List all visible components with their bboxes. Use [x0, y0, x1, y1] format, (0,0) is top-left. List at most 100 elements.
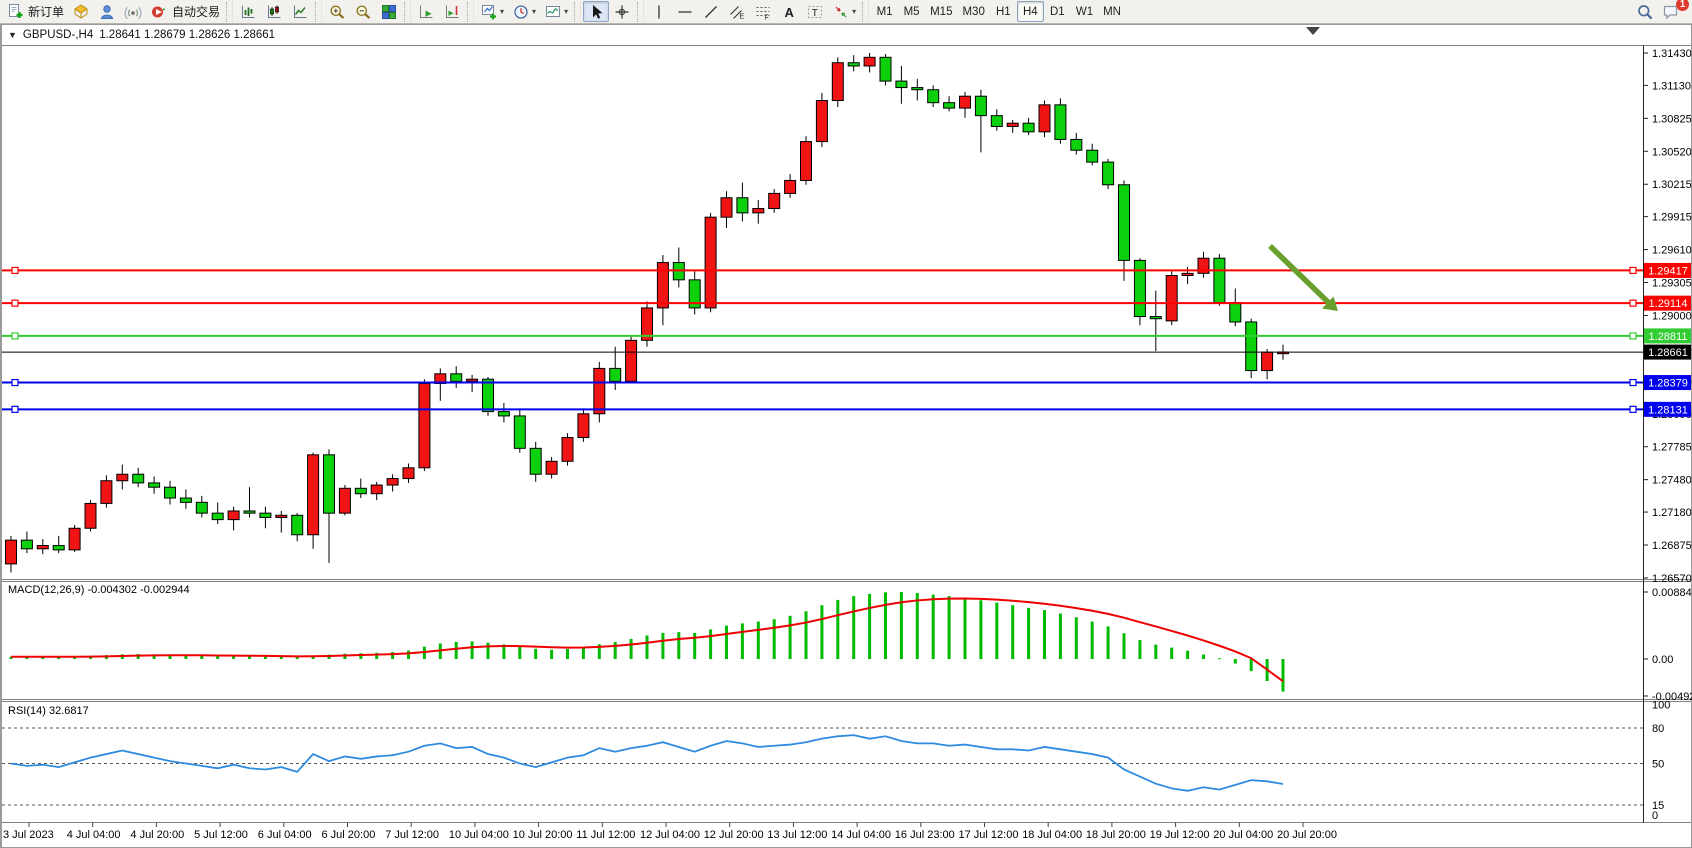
timeframe-button-h1[interactable]: H1 — [990, 1, 1017, 22]
vline-icon — [650, 3, 668, 21]
timeframe-button-m30[interactable]: M30 — [957, 1, 989, 22]
chart-shift-marker[interactable] — [1306, 27, 1320, 35]
line-handle[interactable] — [1630, 380, 1636, 386]
signals-button[interactable] — [120, 1, 146, 22]
chart-line-icon — [291, 3, 309, 21]
new-chart-button[interactable]: ▾ — [476, 1, 508, 22]
arrow-shaft[interactable] — [1270, 246, 1329, 303]
new-order-button[interactable]: 新订单 — [2, 1, 68, 22]
chart-ohlc-values: 1.28641 1.28679 1.28626 1.28661 — [99, 29, 275, 41]
dropdown-caret-icon[interactable]: ▾ — [564, 7, 568, 16]
macd-histogram-bar — [1282, 659, 1285, 692]
macd-histogram-bar — [964, 598, 967, 659]
chart-shift-button[interactable] — [439, 1, 465, 22]
timeframe-button-w1[interactable]: W1 — [1071, 1, 1098, 22]
svg-text:T: T — [812, 8, 818, 19]
chart-line-button[interactable] — [287, 1, 313, 22]
text-label-button[interactable]: T — [802, 1, 828, 22]
line-handle[interactable] — [12, 300, 18, 306]
timeframe-button-m5[interactable]: M5 — [898, 1, 925, 22]
indicators-button[interactable]: ▾ — [540, 1, 572, 22]
line-handle[interactable] — [1630, 333, 1636, 339]
bull-candle — [371, 485, 382, 494]
text-button[interactable]: A — [776, 1, 802, 22]
rsi-axis[interactable]: 1008050150 — [2, 699, 1670, 822]
bear-candle — [1230, 303, 1241, 322]
chart-canvas[interactable]: 1.314301.311301.308251.305201.302151.299… — [0, 0, 1692, 848]
arrows-button[interactable]: ▾ — [828, 1, 860, 22]
bull-candle — [594, 368, 605, 413]
price-tick-label: 1.27480 — [1652, 475, 1692, 487]
macd-axis[interactable]: 0.0088430.00-0.004928 — [1643, 587, 1692, 703]
bull-candle — [403, 468, 414, 479]
notifications-button[interactable]: 1 — [1658, 1, 1684, 22]
timeframe-button-h4[interactable]: H4 — [1017, 1, 1044, 22]
zoom-in-button[interactable] — [324, 1, 350, 22]
dropdown-caret-icon[interactable]: ▾ — [852, 7, 856, 16]
bear-candle — [530, 448, 541, 474]
line-handle[interactable] — [12, 406, 18, 412]
macd-histogram-bar — [1123, 633, 1126, 659]
chart-candles-button[interactable] — [261, 1, 287, 22]
tile-windows-button[interactable] — [376, 1, 402, 22]
bear-candle — [991, 116, 1002, 127]
chart-bars-button[interactable] — [235, 1, 261, 22]
dropdown-caret-icon[interactable]: ▾ — [532, 7, 536, 16]
zoom-out-button[interactable] — [350, 1, 376, 22]
search-button[interactable] — [1632, 1, 1658, 22]
vertical-line-button[interactable] — [646, 1, 672, 22]
macd-panel[interactable]: MACD(12,26,9) -0.004302 -0.002944 — [8, 584, 1285, 692]
bull-candle — [769, 193, 780, 208]
bull-candle — [101, 481, 112, 504]
macd-histogram-bar — [1138, 640, 1141, 659]
time-axis[interactable]: 3 Jul 20234 Jul 04:004 Jul 20:005 Jul 12… — [3, 823, 1337, 842]
chart-ohlc-header[interactable]: ▼ GBPUSD-,H4 1.28641 1.28679 1.28626 1.2… — [8, 29, 275, 41]
trendline-button[interactable] — [698, 1, 724, 22]
macd-tick-label: 0.00 — [1652, 654, 1673, 666]
line-handle[interactable] — [1630, 406, 1636, 412]
timeframe-button-mn[interactable]: MN — [1098, 1, 1126, 22]
timeframe-button-m15[interactable]: M15 — [925, 1, 957, 22]
macd-histogram-bar — [1091, 622, 1094, 660]
bull-candle — [1166, 276, 1177, 321]
zoom-in-icon — [328, 3, 346, 21]
channel-button[interactable]: E — [724, 1, 750, 22]
time-tick-label: 4 Jul 20:00 — [130, 829, 184, 841]
collapse-triangle-icon[interactable]: ▼ — [8, 30, 17, 40]
line-handle[interactable] — [1630, 267, 1636, 273]
trend-arrow-annotation[interactable] — [1270, 246, 1338, 311]
macd-histogram-bar — [296, 657, 299, 659]
cursor-button[interactable] — [583, 1, 609, 22]
line-handle[interactable] — [12, 380, 18, 386]
bull-candle — [816, 101, 827, 142]
line-handle[interactable] — [12, 267, 18, 273]
auto-scroll-icon — [417, 3, 435, 21]
bull-candle — [117, 474, 128, 480]
price-tick-label: 1.29915 — [1652, 212, 1692, 224]
line-handle[interactable] — [12, 333, 18, 339]
timeframe-button-d1[interactable]: D1 — [1044, 1, 1071, 22]
bull-candle — [1262, 352, 1273, 370]
line-handle[interactable] — [1630, 300, 1636, 306]
chart-candles-icon — [265, 3, 283, 21]
time-tick-label: 19 Jul 12:00 — [1150, 829, 1210, 841]
rsi-panel[interactable]: RSI(14) 32.6817 — [8, 705, 1283, 791]
profiles-button[interactable]: ▾ — [508, 1, 540, 22]
timeframe-button-m1[interactable]: M1 — [871, 1, 898, 22]
label-icon: T — [806, 3, 824, 21]
macd-histogram-bar — [455, 642, 458, 659]
horizontal-line-button[interactable] — [672, 1, 698, 22]
macd-histogram-bar — [948, 596, 951, 659]
market-button[interactable] — [68, 1, 94, 22]
auto-trading-button[interactable]: 自动交易 — [146, 1, 224, 22]
community-button[interactable] — [94, 1, 120, 22]
price-axis[interactable]: 1.314301.311301.308251.305201.302151.299… — [1643, 48, 1692, 585]
fibonacci-button[interactable]: F — [750, 1, 776, 22]
dropdown-caret-icon[interactable]: ▾ — [500, 7, 504, 16]
auto-scroll-button[interactable] — [413, 1, 439, 22]
crosshair-button[interactable] — [609, 1, 635, 22]
macd-histogram-bar — [1218, 658, 1221, 659]
text-icon: A — [780, 3, 798, 21]
macd-histogram-bar — [1027, 608, 1030, 659]
time-tick-label: 18 Jul 04:00 — [1022, 829, 1082, 841]
